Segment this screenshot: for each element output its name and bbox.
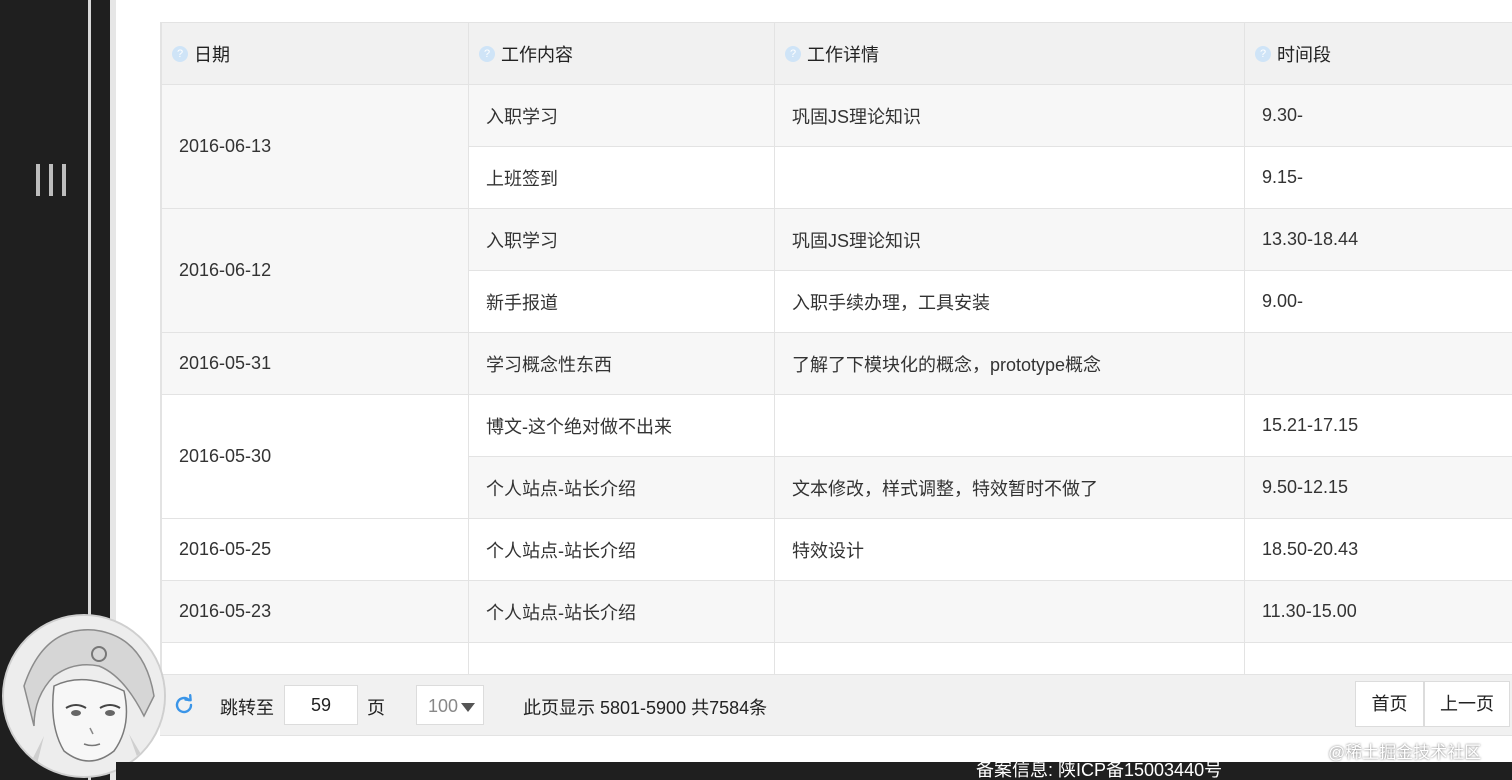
date-cell: 2016-05-30 bbox=[161, 394, 469, 519]
detail-cell: 巩固JS理论知识 bbox=[774, 84, 1245, 147]
table-row[interactable]: 2016-06-12 入职学习 巩固JS理论知识 13.30-18.44 bbox=[161, 208, 1512, 333]
content-cell: 上班签到 bbox=[468, 146, 775, 209]
date-cell bbox=[161, 642, 469, 674]
time-cell: 9.15- bbox=[1244, 146, 1512, 209]
detail-cell: 入职手续办理，工具安装 bbox=[774, 270, 1245, 333]
page-unit-label: 页 bbox=[367, 698, 385, 718]
time-cell bbox=[1244, 332, 1512, 395]
content-cell: 博文-这个绝对做不出来 bbox=[468, 394, 775, 457]
detail-cell bbox=[774, 146, 1245, 209]
detail-cell bbox=[774, 580, 1245, 643]
menu-icon[interactable] bbox=[36, 164, 68, 196]
detail-cell bbox=[774, 394, 1245, 457]
date-cell: 2016-05-23 bbox=[161, 580, 469, 643]
time-cell: 9.50-12.15 bbox=[1244, 456, 1512, 519]
help-icon[interactable]: ? bbox=[785, 45, 801, 62]
table-row[interactable]: 2016-05-30 博文-这个绝对做不出来 15.21-17.15 bbox=[161, 394, 1512, 519]
content-cell: 学习概念性东西 bbox=[468, 332, 775, 395]
column-header-content[interactable]: ? 工作内容 bbox=[468, 22, 775, 85]
first-page-button[interactable]: 首页 bbox=[1355, 681, 1424, 727]
time-cell: 9.00- bbox=[1244, 270, 1512, 333]
avatar[interactable] bbox=[2, 614, 166, 778]
column-header-time[interactable]: ? 时间段 bbox=[1244, 22, 1512, 85]
prev-page-button[interactable]: 上一页 bbox=[1424, 681, 1510, 727]
content-cell: 个人站点-站长介绍 bbox=[468, 580, 775, 643]
detail-cell: 了解了下模块化的概念，prototype概念 bbox=[774, 332, 1245, 395]
help-icon[interactable]: ? bbox=[1255, 45, 1271, 62]
content-cell: 入职学习 bbox=[468, 208, 775, 271]
table-row[interactable]: 2016-05-23 个人站点-站长介绍 11.30-15.00 bbox=[161, 580, 1512, 643]
content-cell: 个人站点-站长介绍 bbox=[468, 518, 775, 581]
work-log-table: ? 日期 ? 工作内容 ? 工作详情 ? 时间段 2016-06-13 入职学习 巩固J… bbox=[160, 22, 1512, 674]
chevron-down-icon bbox=[461, 703, 475, 712]
table-row[interactable] bbox=[161, 642, 1512, 674]
date-cell: 2016-06-12 bbox=[161, 208, 469, 333]
watermark: @稀土掘金技术社区 bbox=[1328, 743, 1482, 762]
time-cell: 9.30- bbox=[1244, 84, 1512, 147]
jump-label: 跳转至 bbox=[220, 698, 274, 718]
time-cell: 18.50-20.43 bbox=[1244, 518, 1512, 581]
page-size-select[interactable]: 100 bbox=[416, 685, 484, 725]
content-cell: 入职学习 bbox=[468, 84, 775, 147]
avatar-illustration bbox=[4, 616, 164, 776]
table-row[interactable]: 2016-05-31 学习概念性东西 了解了下模块化的概念，prototype概… bbox=[161, 332, 1512, 395]
detail-cell bbox=[774, 642, 1245, 674]
time-cell: 15.21-17.15 bbox=[1244, 394, 1512, 457]
pagination-toolbar: 跳转至 页 100 此页显示 5801-5900 共7584条 首页 上一页 bbox=[160, 674, 1512, 736]
column-header-date[interactable]: ? 日期 bbox=[161, 22, 469, 85]
time-cell: 13.30-18.44 bbox=[1244, 208, 1512, 271]
table-row[interactable]: 2016-06-13 入职学习 巩固JS理论知识 9.30- bbox=[161, 84, 1512, 209]
help-icon[interactable]: ? bbox=[172, 45, 188, 62]
time-cell: 11.30-15.00 bbox=[1244, 580, 1512, 643]
date-cell: 2016-05-25 bbox=[161, 518, 469, 581]
pagination-info: 此页显示 5801-5900 共7584条 bbox=[523, 698, 768, 718]
date-cell: 2016-05-31 bbox=[161, 332, 469, 395]
page-size-value: 100 bbox=[428, 696, 459, 716]
time-cell bbox=[1244, 642, 1512, 674]
refresh-icon[interactable] bbox=[172, 693, 196, 717]
footer-bar bbox=[116, 762, 1512, 780]
content-cell: 个人站点-站长介绍 bbox=[468, 456, 775, 519]
icp-record[interactable]: 备案信息: 陕ICP备15003440号 bbox=[976, 760, 1222, 780]
detail-cell: 巩固JS理论知识 bbox=[774, 208, 1245, 271]
detail-cell: 特效设计 bbox=[774, 518, 1245, 581]
page-number-input[interactable] bbox=[284, 685, 358, 725]
content-cell bbox=[468, 642, 775, 674]
column-header-detail[interactable]: ? 工作详情 bbox=[774, 22, 1245, 85]
table-row[interactable]: 2016-05-25 个人站点-站长介绍 特效设计 18.50-20.43 bbox=[161, 518, 1512, 581]
content-cell: 新手报道 bbox=[468, 270, 775, 333]
date-cell: 2016-06-13 bbox=[161, 84, 469, 209]
detail-cell: 文本修改，样式调整，特效暂时不做了 bbox=[774, 456, 1245, 519]
help-icon[interactable]: ? bbox=[479, 45, 495, 62]
